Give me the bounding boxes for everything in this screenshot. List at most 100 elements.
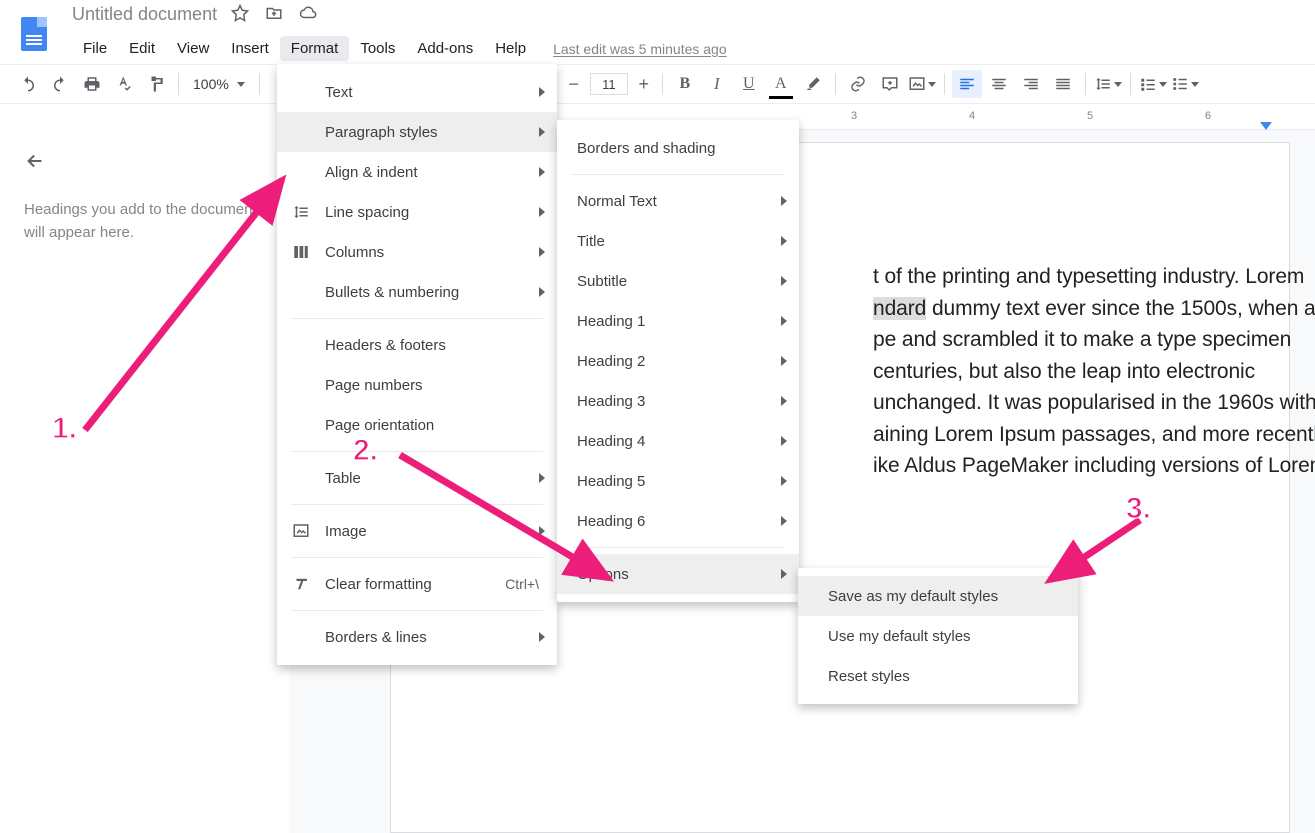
menu-format[interactable]: Format	[280, 36, 350, 61]
menu-item-heading-4[interactable]: Heading 4	[557, 421, 799, 461]
paint-format-button[interactable]	[141, 70, 171, 98]
cloud-status-icon[interactable]	[299, 4, 317, 25]
menu-file[interactable]: File	[72, 36, 118, 61]
docs-logo[interactable]	[14, 10, 54, 58]
text-color-button[interactable]: A	[766, 70, 796, 98]
menu-item-line-spacing[interactable]: Line spacing	[277, 192, 557, 232]
outline-panel: Headings you add to the document will ap…	[0, 130, 290, 833]
menu-addons[interactable]: Add-ons	[406, 36, 484, 61]
menu-item-clear-formatting[interactable]: Clear formattingCtrl+\	[277, 564, 557, 604]
menu-item-heading-3[interactable]: Heading 3	[557, 381, 799, 421]
menu-item-normal-text[interactable]: Normal Text	[557, 181, 799, 221]
spellcheck-button[interactable]	[109, 70, 139, 98]
highlight-button[interactable]	[798, 70, 828, 98]
submenu-arrow-icon	[539, 207, 545, 217]
menu-item-label: Subtitle	[577, 273, 627, 290]
submenu-arrow-icon	[781, 236, 787, 246]
menu-item-heading-2[interactable]: Heading 2	[557, 341, 799, 381]
menu-item-borders-lines[interactable]: Borders & lines	[277, 617, 557, 657]
insert-comment-button[interactable]	[875, 70, 905, 98]
menu-item-label: Bullets & numbering	[325, 284, 459, 301]
menu-item-save-as-my-default-styles[interactable]: Save as my default styles	[798, 576, 1078, 616]
line-spacing-button[interactable]	[1093, 70, 1123, 98]
menu-item-image[interactable]: Image	[277, 511, 557, 551]
annotation-1: 1.	[52, 412, 77, 446]
menu-item-bullets-numbering[interactable]: Bullets & numbering	[277, 272, 557, 312]
menu-item-subtitle[interactable]: Subtitle	[557, 261, 799, 301]
annotation-2: 2.	[353, 434, 378, 468]
menu-item-heading-6[interactable]: Heading 6	[557, 501, 799, 541]
menu-item-use-my-default-styles[interactable]: Use my default styles	[798, 616, 1078, 656]
menu-item-options[interactable]: Options	[557, 554, 799, 594]
menu-item-columns[interactable]: Columns	[277, 232, 557, 272]
menu-item-text[interactable]: Text	[277, 72, 557, 112]
decrease-font-button[interactable]: −	[562, 72, 586, 96]
font-size-stepper[interactable]: − 11 +	[562, 72, 656, 96]
menu-item-page-numbers[interactable]: Page numbers	[277, 365, 557, 405]
menu-help[interactable]: Help	[484, 36, 537, 61]
menu-item-label: Paragraph styles	[325, 124, 438, 141]
underline-button[interactable]: U	[734, 70, 764, 98]
align-center-button[interactable]	[984, 70, 1014, 98]
caret-down-icon	[928, 82, 936, 87]
increase-font-button[interactable]: +	[632, 72, 656, 96]
menu-item-borders-and-shading[interactable]: Borders and shading	[557, 128, 799, 168]
paragraph-styles-submenu: Borders and shading Normal TextTitle Subti…	[557, 120, 799, 602]
submenu-arrow-icon	[781, 516, 787, 526]
ruler: 3 4 5 6	[798, 104, 1315, 130]
submenu-arrow-icon	[539, 526, 545, 536]
redo-button[interactable]	[45, 70, 75, 98]
image-icon	[291, 522, 311, 540]
move-icon[interactable]	[265, 4, 283, 25]
menu-item-label: Page orientation	[325, 417, 434, 434]
menu-item-label: Use my default styles	[828, 628, 971, 645]
align-left-button[interactable]	[952, 70, 982, 98]
checklist-button[interactable]	[1138, 70, 1168, 98]
insert-link-button[interactable]	[843, 70, 873, 98]
menu-item-label: Borders and shading	[577, 140, 715, 157]
document-body[interactable]: t of the printing and typesetting indust…	[873, 261, 1315, 482]
zoom-select[interactable]: 100%	[185, 76, 253, 92]
italic-button[interactable]: I	[702, 70, 732, 98]
bulleted-list-button[interactable]	[1170, 70, 1200, 98]
menu-edit[interactable]: Edit	[118, 36, 166, 61]
document-title[interactable]: Untitled document	[72, 4, 217, 25]
submenu-arrow-icon	[781, 569, 787, 579]
menu-item-page-orientation[interactable]: Page orientation	[277, 405, 557, 445]
menu-item-headers-footers[interactable]: Headers & footers	[277, 325, 557, 365]
insert-image-button[interactable]	[907, 70, 937, 98]
align-justify-button[interactable]	[1048, 70, 1078, 98]
hide-outline-button[interactable]	[24, 150, 266, 175]
line-spacing-icon	[291, 203, 311, 221]
clear-icon	[291, 575, 311, 593]
star-icon[interactable]	[231, 4, 249, 25]
submenu-arrow-icon	[539, 473, 545, 483]
menu-item-label: Heading 5	[577, 473, 645, 490]
menu-item-table[interactable]: Table	[277, 458, 557, 498]
menu-view[interactable]: View	[166, 36, 220, 61]
print-button[interactable]	[77, 70, 107, 98]
submenu-arrow-icon	[781, 356, 787, 366]
menu-item-label: Heading 6	[577, 513, 645, 530]
menu-item-label: Page numbers	[325, 377, 423, 394]
menu-item-paragraph-styles[interactable]: Paragraph styles	[277, 112, 557, 152]
menu-item-title[interactable]: Title	[557, 221, 799, 261]
font-size-value[interactable]: 11	[590, 73, 628, 95]
submenu-arrow-icon	[781, 436, 787, 446]
submenu-arrow-icon	[781, 396, 787, 406]
menu-item-align-indent[interactable]: Align & indent	[277, 152, 557, 192]
submenu-arrow-icon	[781, 316, 787, 326]
last-edit-link[interactable]: Last edit was 5 minutes ago	[553, 41, 727, 57]
annotation-3: 3.	[1126, 492, 1151, 526]
menu-insert[interactable]: Insert	[220, 36, 280, 61]
align-right-button[interactable]	[1016, 70, 1046, 98]
menu-item-label: Image	[325, 523, 367, 540]
undo-button[interactable]	[13, 70, 43, 98]
menu-item-heading-1[interactable]: Heading 1	[557, 301, 799, 341]
menu-item-heading-5[interactable]: Heading 5	[557, 461, 799, 501]
right-indent-marker[interactable]	[1260, 122, 1272, 130]
submenu-arrow-icon	[539, 247, 545, 257]
menu-tools[interactable]: Tools	[349, 36, 406, 61]
bold-button[interactable]: B	[670, 70, 700, 98]
menu-item-reset-styles[interactable]: Reset styles	[798, 656, 1078, 696]
